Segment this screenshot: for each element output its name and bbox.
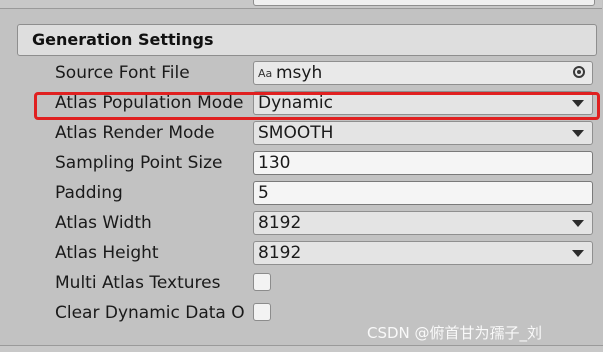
font-asset-icon: Aa (258, 67, 273, 80)
atlas-population-mode-value: Dynamic (258, 93, 333, 113)
sampling-point-size-label: Sampling Point Size (55, 153, 223, 173)
sampling-point-size-input[interactable]: 130 (253, 151, 593, 175)
sampling-point-size-value: 130 (258, 153, 291, 173)
watermark: CSDN @俯首甘为孺子_刘 (367, 324, 543, 342)
atlas-height-dropdown[interactable]: 8192 (253, 241, 593, 265)
chevron-down-icon (572, 130, 584, 137)
atlas-render-mode-label: Atlas Render Mode (55, 123, 215, 143)
atlas-population-mode-dropdown[interactable]: Dynamic (253, 91, 593, 115)
atlas-render-mode-value: SMOOTH (258, 123, 334, 143)
clear-dynamic-data-label: Clear Dynamic Data O (55, 303, 245, 323)
atlas-population-mode-label: Atlas Population Mode (55, 93, 244, 113)
previous-field-edge (253, 0, 595, 6)
padding-label: Padding (55, 183, 123, 203)
chevron-down-icon (572, 100, 584, 107)
padding-input[interactable]: 5 (253, 181, 593, 205)
atlas-width-value: 8192 (258, 213, 302, 233)
chevron-down-icon (572, 250, 584, 257)
multi-atlas-textures-checkbox[interactable] (253, 273, 271, 291)
object-picker-icon[interactable] (573, 66, 585, 78)
atlas-height-label: Atlas Height (55, 243, 159, 263)
padding-value: 5 (258, 183, 269, 203)
atlas-render-mode-dropdown[interactable]: SMOOTH (253, 121, 593, 145)
clear-dynamic-data-checkbox[interactable] (253, 303, 271, 321)
generation-settings-header[interactable]: Generation Settings (17, 24, 597, 56)
atlas-width-label: Atlas Width (55, 213, 152, 233)
chevron-down-icon (572, 220, 584, 227)
atlas-width-dropdown[interactable]: 8192 (253, 211, 593, 235)
source-font-value: msyh (276, 63, 323, 83)
section-title: Generation Settings (32, 30, 214, 49)
source-font-field[interactable]: Aa msyh (253, 61, 593, 85)
source-font-label: Source Font File (55, 63, 190, 83)
atlas-height-value: 8192 (258, 243, 302, 263)
multi-atlas-textures-label: Multi Atlas Textures (55, 273, 221, 293)
